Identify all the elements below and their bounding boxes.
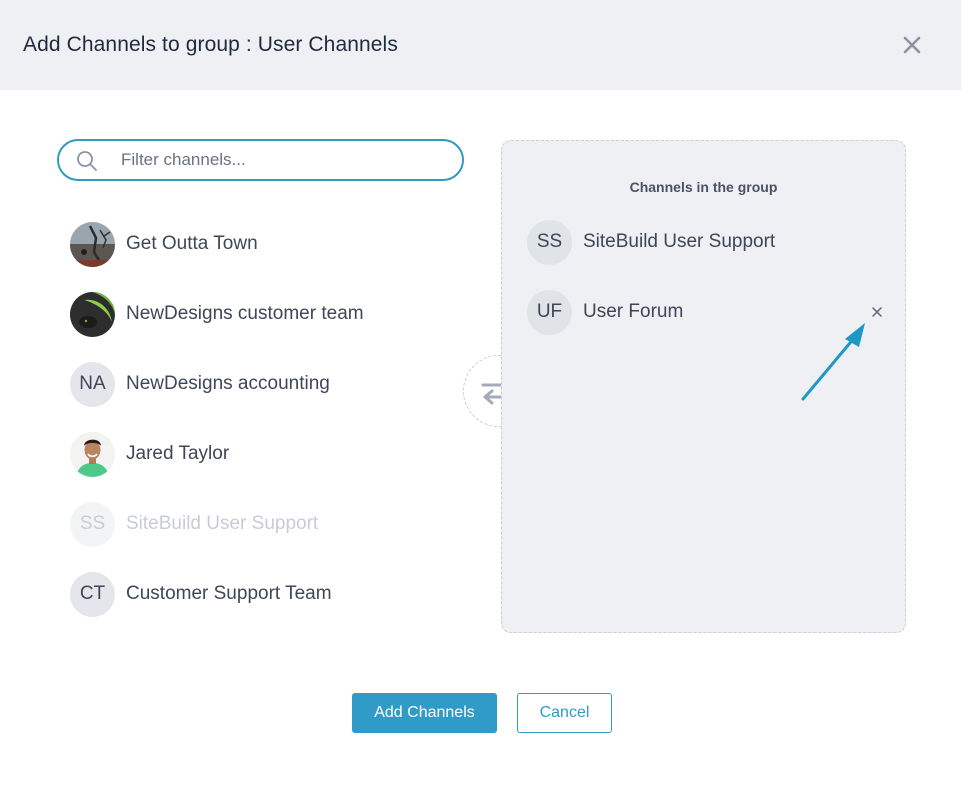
channel-label: SiteBuild User Support [126, 513, 319, 534]
group-item-sitebuild-user-support: SS SiteBuild User Support [527, 219, 887, 265]
search-icon [76, 150, 98, 172]
group-item-label: SiteBuild User Support [583, 231, 776, 252]
channel-item-get-outta-town[interactable]: Get Outta Town [70, 221, 450, 267]
avatar: SS [527, 219, 572, 265]
channel-item-customer-support-team[interactable]: CT Customer Support Team [70, 571, 450, 617]
avatar: UF [527, 289, 572, 335]
filter-channels-input[interactable] [121, 147, 441, 173]
group-item-label: User Forum [583, 301, 684, 322]
channel-label: Jared Taylor [126, 443, 230, 464]
channel-label: NewDesigns accounting [126, 373, 330, 394]
add-channels-button[interactable]: Add Channels [352, 693, 497, 733]
panel-title: Channels in the group [629, 179, 778, 195]
avatar: SS [70, 501, 115, 547]
channel-item-sitebuild-user-support: SS SiteBuild User Support [70, 501, 450, 547]
channel-item-newdesigns-customer-team[interactable]: NewDesigns customer team [70, 291, 450, 337]
close-icon[interactable] [900, 33, 924, 57]
channel-label: Get Outta Town [126, 233, 258, 254]
avatar [70, 431, 115, 477]
dialog-title: Add Channels to group : User Channels [23, 33, 398, 56]
cancel-button[interactable]: Cancel [517, 693, 612, 733]
remove-icon[interactable] [869, 304, 885, 320]
avatar: NA [70, 361, 115, 407]
avatar [70, 291, 115, 337]
channel-item-jared-taylor[interactable]: Jared Taylor [70, 431, 450, 477]
channel-label: NewDesigns customer team [126, 303, 364, 324]
channel-filter [57, 139, 464, 181]
channel-label: Customer Support Team [126, 583, 332, 604]
avatar: CT [70, 571, 115, 617]
dialog-header: Add Channels to group : User Channels [0, 0, 961, 90]
annotation-arrow-icon [801, 323, 865, 401]
avatar [70, 221, 115, 267]
channel-item-newdesigns-accounting[interactable]: NA NewDesigns accounting [70, 361, 450, 407]
